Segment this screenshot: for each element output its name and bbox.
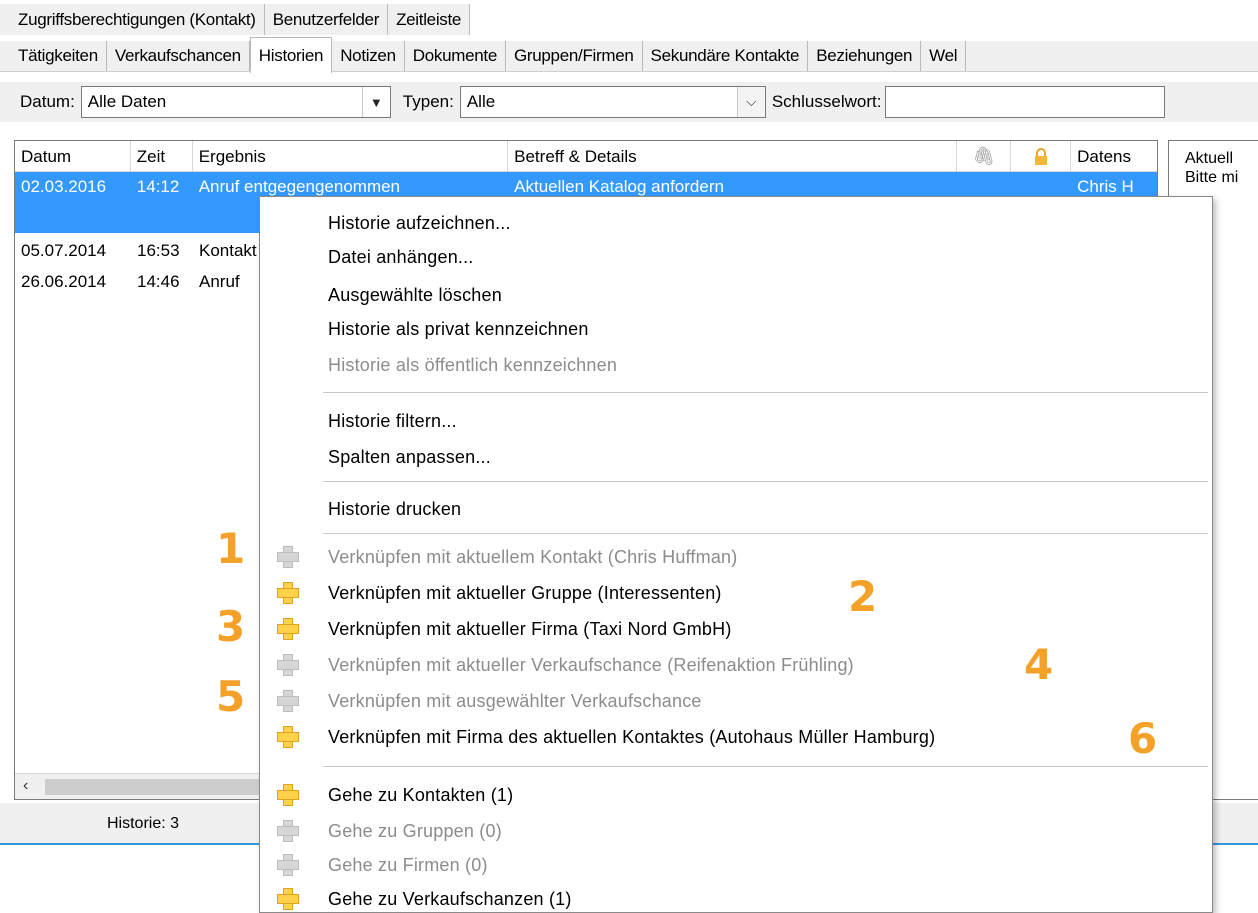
annotation-number-2: 2	[848, 572, 878, 621]
tab-zeitleiste[interactable]: Zeitleiste	[388, 4, 471, 35]
paperclip-icon: 🖇	[972, 146, 996, 166]
tab-taetigkeiten[interactable]: Tätigkeiten	[0, 41, 107, 71]
tab-row-1: Zugriffsberechtigungen (Kontakt) Benutze…	[0, 4, 471, 35]
cell-zeit: 14:46	[137, 272, 180, 291]
column-header-betreff[interactable]: Betreff & Details	[508, 141, 958, 172]
scroll-left-icon[interactable]: ‹	[23, 777, 28, 795]
column-header-datensatz[interactable]: Datens	[1071, 141, 1157, 172]
annotation-number-3: 3	[216, 602, 246, 651]
typen-value: Alle	[466, 92, 496, 111]
plus-disabled-icon	[276, 545, 299, 568]
scrollbar-thumb[interactable]	[45, 779, 285, 795]
menu-item-verknuepfen-firma-kontakt[interactable]: Verknüpfen mit Firma des aktuellen Konta…	[328, 721, 935, 753]
column-header-zeit[interactable]: Zeit	[131, 141, 193, 172]
menu-item-gehe-zu-kontakten[interactable]: Gehe zu Kontakten (1)	[328, 779, 513, 811]
tab-zugriffsberechtigungen[interactable]: Zugriffsberechtigungen (Kontakt)	[0, 4, 265, 35]
menu-item-ausgewaehlte-loeschen[interactable]: Ausgewählte löschen	[328, 279, 502, 311]
chevron-down-icon[interactable]: ⌵	[736, 87, 765, 117]
annotation-number-5: 5	[216, 672, 246, 721]
tab-beziehungen[interactable]: Beziehungen	[808, 41, 922, 71]
menu-item-als-oeffentlich[interactable]: Historie als öffentlich kennzeichnen	[328, 349, 617, 381]
plus-icon	[276, 783, 299, 806]
tab-historien[interactable]: Historien	[249, 37, 333, 73]
schluesselwort-input[interactable]	[885, 86, 1166, 118]
menu-item-verknuepfen-firma[interactable]: Verknüpfen mit aktueller Firma (Taxi Nor…	[328, 613, 732, 645]
tab-gruppen-firmen[interactable]: Gruppen/Firmen	[505, 41, 643, 71]
menu-item-gehe-zu-gruppen[interactable]: Gehe zu Gruppen (0)	[328, 815, 502, 847]
menu-separator	[323, 533, 1208, 534]
annotation-number-4: 4	[1024, 640, 1054, 689]
plus-icon	[276, 581, 299, 604]
tab-web[interactable]: Wel	[921, 41, 967, 71]
annotation-number-1: 1	[216, 524, 246, 573]
tab-notizen[interactable]: Notizen	[332, 41, 405, 71]
menu-item-historie-filtern[interactable]: Historie filtern...	[328, 405, 457, 437]
cell-datum: 05.07.2014	[21, 241, 107, 260]
schluesselwort-label: Schlusselwort:	[771, 92, 882, 111]
plus-disabled-icon	[276, 653, 299, 676]
datum-combo[interactable]: Alle Daten ▼	[80, 86, 391, 118]
menu-item-historie-aufzeichnen[interactable]: Historie aufzeichnen...	[328, 207, 511, 239]
menu-item-als-privat[interactable]: Historie als privat kennzeichnen	[328, 313, 589, 345]
context-menu: Historie aufzeichnen... Datei anhängen..…	[259, 196, 1213, 913]
chevron-down-icon[interactable]: ▼	[361, 87, 390, 117]
cell-zeit: 16:53	[137, 241, 180, 260]
annotation-number-6: 6	[1128, 714, 1158, 763]
menu-separator	[323, 392, 1208, 393]
cell-zeit: 14:12	[136, 177, 180, 196]
menu-separator	[323, 481, 1208, 482]
typen-label: Typen:	[402, 92, 454, 111]
menu-item-datei-anhaengen[interactable]: Datei anhängen...	[328, 241, 474, 273]
lock-icon	[1034, 147, 1047, 165]
datum-value: Alle Daten	[87, 92, 167, 111]
cell-datum: 02.03.2016	[21, 177, 107, 196]
tab-verkaufschancen[interactable]: Verkaufschancen	[106, 41, 250, 71]
tab-row-2: Tätigkeiten Verkaufschancen Historien No…	[0, 37, 1258, 73]
tab-benutzerfelder[interactable]: Benutzerfelder	[264, 4, 389, 35]
menu-item-historie-drucken[interactable]: Historie drucken	[328, 493, 461, 525]
menu-item-verknuepfen-kontakt[interactable]: Verknüpfen mit aktuellem Kontakt (Chris …	[328, 541, 737, 573]
column-header-datum[interactable]: Datum	[15, 141, 131, 172]
column-header-ergebnis[interactable]: Ergebnis	[193, 141, 509, 172]
plus-icon	[276, 887, 299, 910]
menu-item-gehe-zu-verkaufschancen[interactable]: Gehe zu Verkaufschanzen (1)	[328, 883, 572, 913]
cell-datum: 26.06.2014	[21, 272, 107, 291]
menu-item-verknuepfen-ausgewaehlte-verkaufschance[interactable]: Verknüpfen mit ausgewählter Verkaufschan…	[328, 685, 702, 717]
menu-item-gehe-zu-firmen[interactable]: Gehe zu Firmen (0)	[328, 849, 488, 881]
tab-sekundaere-kontakte[interactable]: Sekundäre Kontakte	[642, 41, 809, 71]
filter-bar: Datum: Alle Daten ▼ Typen: Alle ⌵ Schlus…	[0, 82, 1258, 122]
plus-icon	[276, 725, 299, 748]
menu-separator	[323, 766, 1208, 767]
detail-line-2: Bitte mi	[1185, 169, 1239, 186]
menu-item-verknuepfen-gruppe[interactable]: Verknüpfen mit aktueller Gruppe (Interes…	[328, 577, 722, 609]
plus-icon	[276, 617, 299, 640]
datum-label: Datum:	[20, 92, 75, 111]
tab-dokumente[interactable]: Dokumente	[404, 41, 506, 71]
menu-item-spalten-anpassen[interactable]: Spalten anpassen...	[328, 441, 491, 473]
typen-combo[interactable]: Alle ⌵	[459, 86, 766, 118]
column-header-attachment[interactable]: 🖇	[957, 141, 1012, 172]
grid-header: Datum Zeit Ergebnis Betreff & Details 🖇 …	[15, 141, 1157, 172]
plus-disabled-icon	[276, 819, 299, 842]
historie-count: Historie: 3	[107, 815, 180, 832]
column-header-lock[interactable]	[1011, 141, 1072, 172]
plus-disabled-icon	[276, 853, 299, 876]
plus-disabled-icon	[276, 689, 299, 712]
menu-item-verknuepfen-verkaufschance[interactable]: Verknüpfen mit aktueller Verkaufschance …	[328, 649, 854, 681]
detail-line-1: Aktuell	[1185, 150, 1234, 167]
